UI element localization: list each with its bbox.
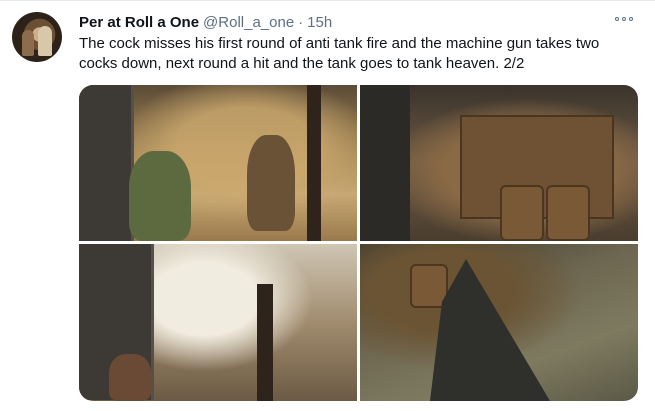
avatar-figure: [38, 26, 52, 56]
tweet-text: The cock misses his first round of anti …: [79, 35, 600, 72]
media-grid: [79, 85, 638, 401]
avatar-figure: [22, 30, 34, 56]
destroyed-tank-wreck: [430, 259, 550, 401]
ruined-wall: [79, 85, 134, 241]
barrel: [500, 185, 544, 241]
more-horizontal-icon: [615, 17, 619, 21]
miniature-soldier: [247, 135, 295, 231]
tweet-card[interactable]: Per at Roll a One @Roll_a_one · 15h The …: [0, 0, 655, 411]
photo-2[interactable]: [360, 85, 638, 241]
miniature-soldier: [109, 354, 151, 401]
barrel: [546, 185, 590, 241]
avatar[interactable]: [12, 12, 62, 62]
more-horizontal-icon: [629, 17, 633, 21]
user-handle[interactable]: @Roll_a_one: [203, 13, 294, 33]
photo-3[interactable]: [79, 244, 357, 401]
tree-trunk: [257, 284, 273, 401]
timestamp[interactable]: 15h: [307, 13, 332, 33]
photo-4[interactable]: [360, 244, 638, 401]
tweet-header: Per at Roll a One @Roll_a_one · 15h: [79, 13, 332, 33]
miniature-soldier: [129, 151, 191, 241]
more-horizontal-icon: [622, 17, 626, 21]
separator-dot: ·: [298, 14, 304, 31]
photo-1[interactable]: [79, 85, 357, 241]
more-options-button[interactable]: [612, 11, 636, 27]
tree-trunk: [307, 85, 321, 241]
display-name[interactable]: Per at Roll a One: [79, 13, 199, 33]
